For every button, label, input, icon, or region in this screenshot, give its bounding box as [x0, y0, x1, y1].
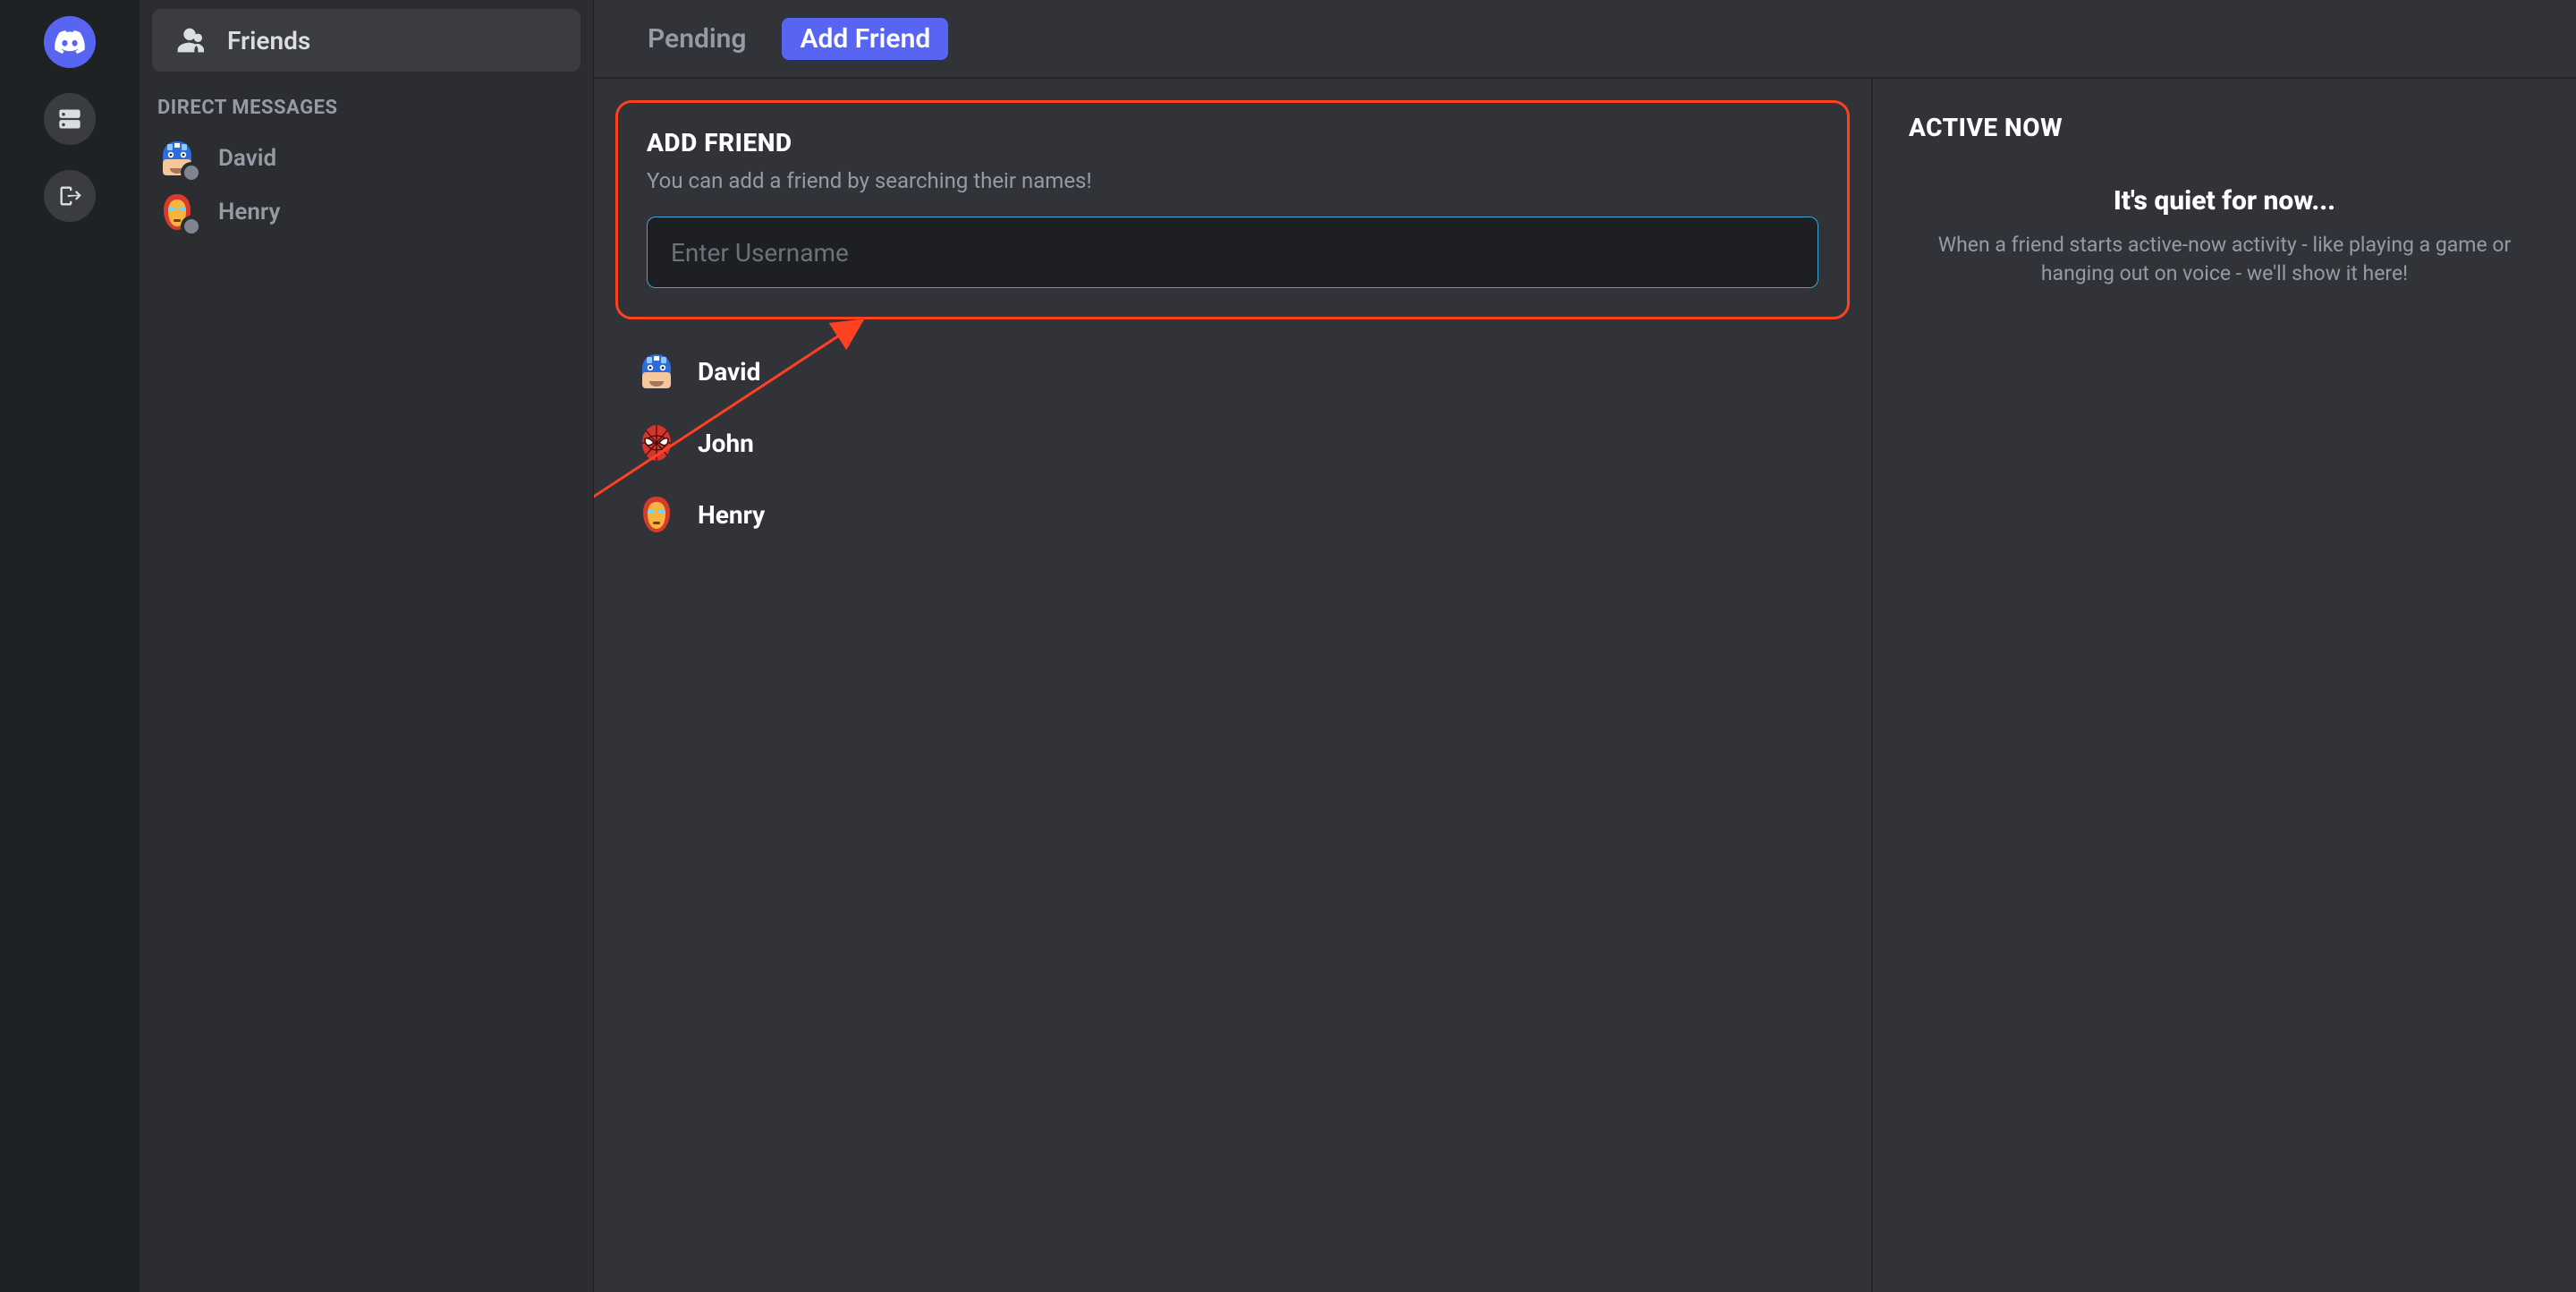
avatar — [157, 192, 197, 232]
search-result-name: David — [698, 357, 760, 387]
status-dot-offline — [184, 166, 199, 180]
avatar — [637, 423, 676, 463]
search-result-name: Henry — [698, 500, 765, 530]
guild-rail — [0, 0, 140, 1292]
active-now-quiet-title: It's quiet for now... — [1909, 185, 2540, 217]
avatar — [637, 495, 676, 534]
add-friend-title: ADD FRIEND — [647, 128, 1818, 157]
active-now-panel: ACTIVE NOW It's quiet for now... When a … — [1871, 79, 2576, 1292]
dm-section-header: DIRECT MESSAGES — [152, 77, 580, 126]
tab-pending[interactable]: Pending — [648, 23, 746, 55]
server-icon — [57, 106, 82, 132]
username-input[interactable] — [647, 217, 1818, 288]
dm-name: Henry — [218, 199, 280, 225]
friends-icon — [175, 26, 204, 55]
tab-add-friend[interactable]: Add Friend — [782, 18, 948, 60]
search-result-name: John — [698, 429, 754, 458]
friends-tab-label: Friends — [227, 26, 310, 55]
dm-item[interactable]: David — [152, 132, 580, 185]
home-button[interactable] — [44, 16, 96, 68]
friends-tab-bar: Pending Add Friend — [594, 0, 2576, 79]
logout-icon — [57, 183, 82, 208]
search-result-item[interactable]: David — [626, 336, 1839, 407]
status-dot-offline — [184, 219, 199, 234]
active-now-description: When a friend starts active-now activity… — [1909, 231, 2540, 288]
add-friend-panel: ADD FRIEND You can add a friend by searc… — [594, 79, 1871, 1292]
dm-item[interactable]: Henry — [152, 185, 580, 239]
server-button[interactable] — [44, 93, 96, 145]
main-area: Pending Add Friend ADD FRIEND You can ad… — [594, 0, 2576, 1292]
logout-button[interactable] — [44, 170, 96, 222]
friends-tab[interactable]: Friends — [152, 9, 580, 72]
active-now-title: ACTIVE NOW — [1909, 113, 2540, 142]
search-component: ADD FRIEND You can add a friend by searc… — [615, 100, 1850, 319]
add-friend-subtitle: You can add a friend by searching their … — [647, 168, 1818, 193]
search-result-item[interactable]: Henry — [626, 479, 1839, 550]
search-results: David John Henry — [615, 319, 1850, 550]
search-result-item[interactable]: John — [626, 407, 1839, 479]
discord-icon — [55, 30, 85, 54]
channel-sidebar: Friends DIRECT MESSAGES David Henry — [140, 0, 594, 1292]
avatar — [157, 139, 197, 178]
dm-name: David — [218, 145, 276, 172]
avatar — [637, 352, 676, 391]
